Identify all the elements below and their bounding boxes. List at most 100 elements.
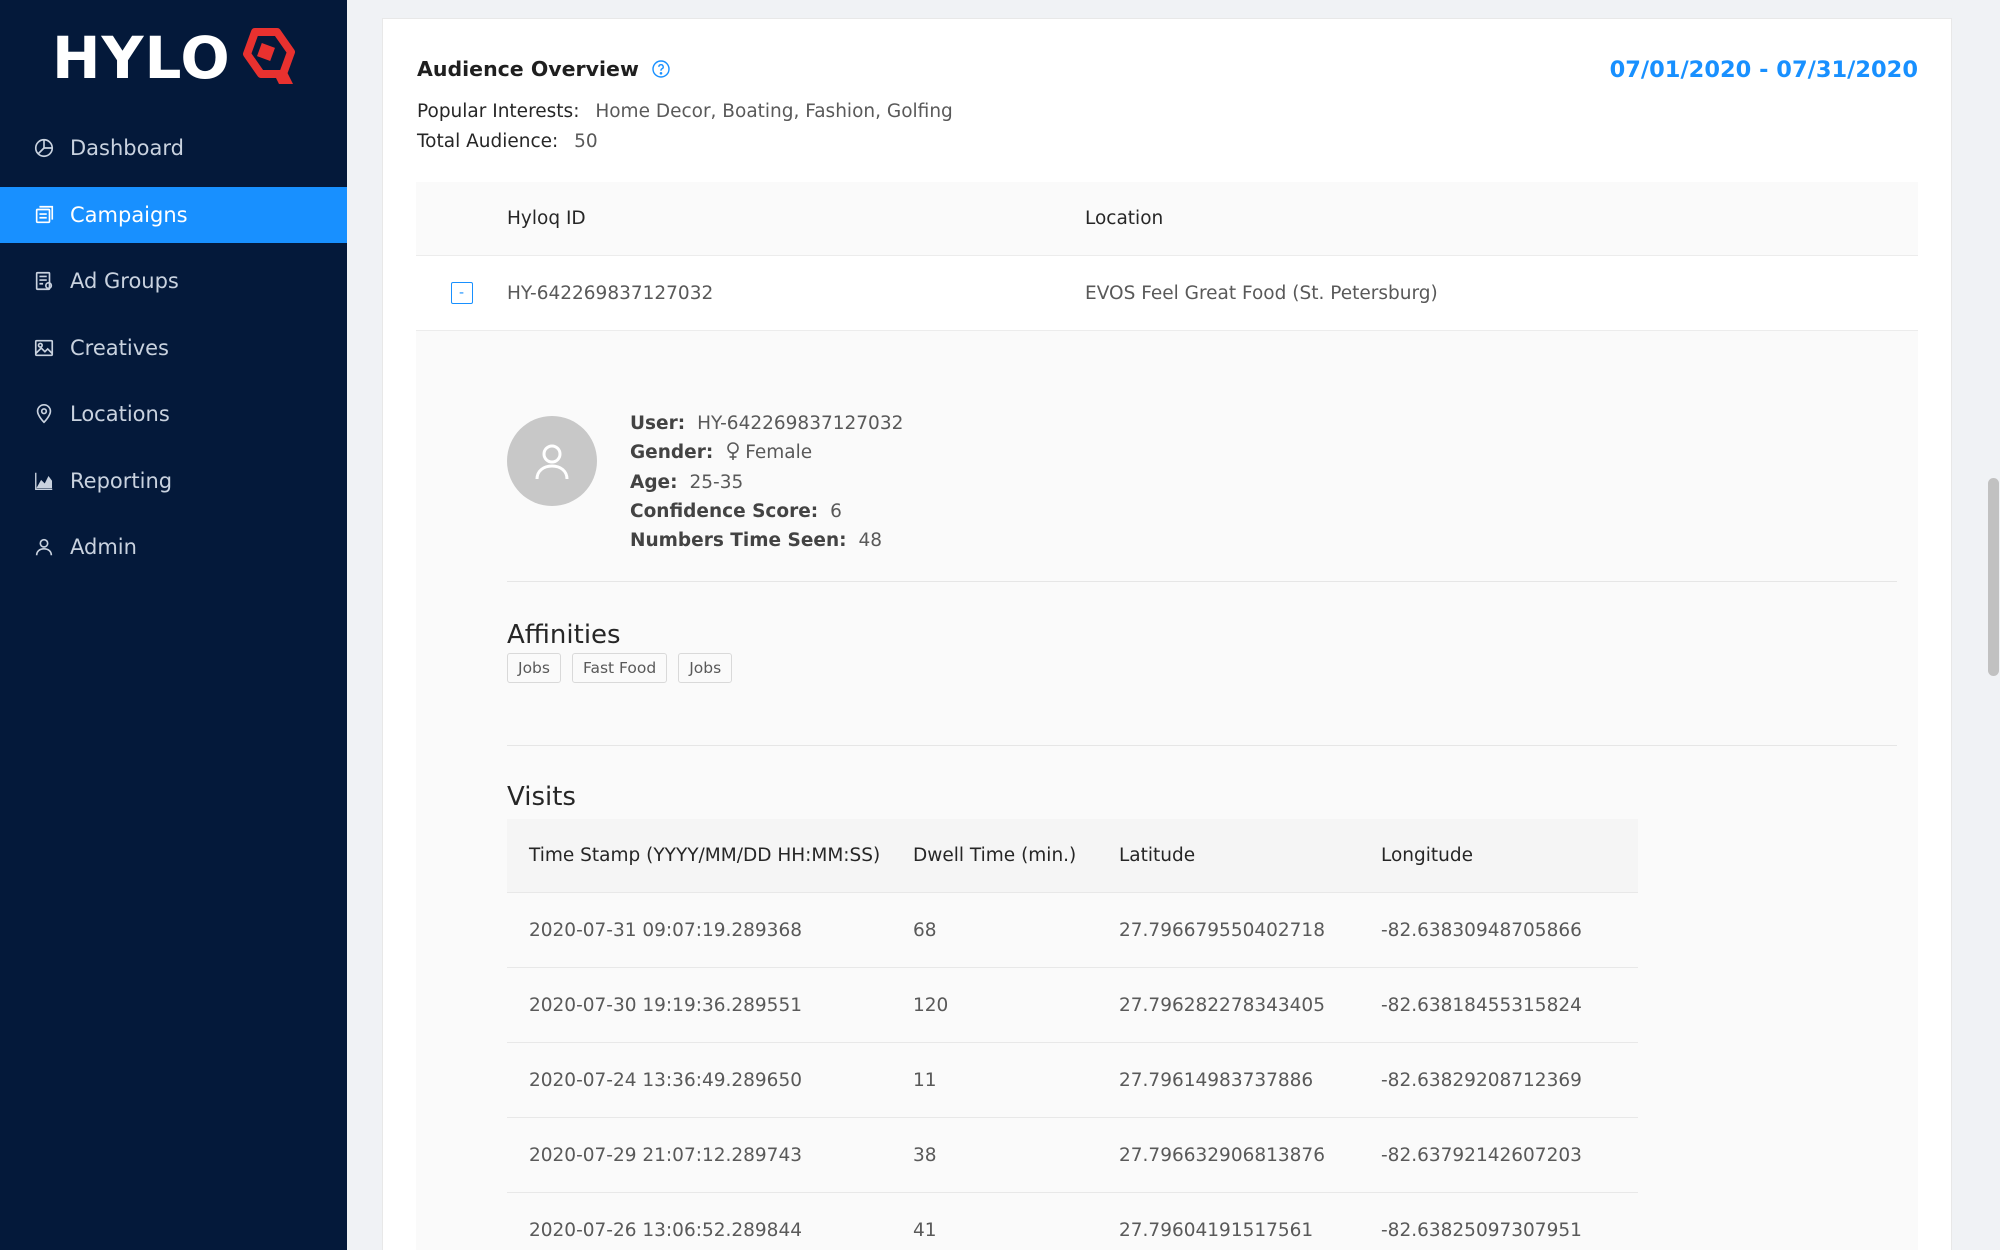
dwell-time-cell: 68 [913,919,937,941]
dwell-time-cell: 11 [913,1069,937,1091]
longitude-cell: -82.63825097307951 [1381,1219,1582,1241]
page-title: Audience Overview [417,57,639,81]
image-icon [32,336,56,360]
sidebar-item-label: Creatives [70,335,169,360]
sidebar-item-label: Locations [70,402,170,426]
sidebar-item-ad-groups[interactable]: Ad Groups [0,253,347,309]
scrollbar-thumb[interactable] [1988,478,1999,676]
visits-table: Time Stamp (YYYY/MM/DD HH:MM:SS) Dwell T… [507,819,1638,1250]
label-colon: : [552,131,559,152]
question-circle-icon[interactable] [651,59,671,79]
latitude-cell: 27.79614983737886 [1119,1069,1314,1091]
longitude-cell: -82.63818455315824 [1381,994,1582,1016]
collapse-row-button[interactable]: - [450,282,473,304]
sidebar-nav: Dashboard Campaigns Ad Groups Creatives … [0,120,347,586]
hyloq-logo[interactable]: HYLO [52,28,297,88]
column-header-location: Location [1085,208,1164,229]
confidence-row: Confidence Score: 6 [630,497,903,526]
affinities-title: Affinities [507,620,621,650]
user-label: User: [630,413,686,434]
column-header-latitude: Latitude [1119,845,1196,866]
divider [507,745,1897,746]
longitude-cell: -82.63792142607203 [1381,1144,1582,1166]
sidebar-item-label: Reporting [70,468,173,493]
popular-interests-value: Home Decor, Boating, Fashion, Golfing [595,101,953,122]
sidebar-item-label: Ad Groups [70,269,179,293]
user-icon [32,535,56,559]
logo-q-mark-icon [242,28,295,84]
total-audience-value: 50 [574,131,598,152]
divider [507,581,1897,582]
popular-interests-label: Popular Interests [417,101,574,122]
location-cell: EVOS Feel Great Food (St. Petersburg) [1085,282,1438,304]
age-label: Age: [630,471,678,493]
ad-groups-icon [32,269,56,293]
audience-overview-card: Audience Overview 07/01/2020 - 07/31/202… [382,18,1952,1250]
affinity-tag: Jobs [507,653,561,683]
label-colon: : [573,101,580,122]
column-header-longitude: Longitude [1381,845,1474,866]
timestamp-cell: 2020-07-30 19:19:36.289551 [529,994,802,1016]
table-row: 2020-07-26 13:06:52.289844 41 27.7960419… [507,1193,1638,1250]
table-row: 2020-07-24 13:36:49.289650 11 27.7961498… [507,1043,1638,1118]
table-row: 2020-07-30 19:19:36.289551 120 27.796282… [507,968,1638,1043]
confidence-value: 6 [830,500,842,522]
latitude-cell: 27.796282278343405 [1119,994,1325,1016]
column-header-dwell-time: Dwell Time (min.) [913,845,1077,866]
total-audience-label: Total Audience [417,131,553,152]
sidebar-item-locations[interactable]: Locations [0,386,347,442]
gender-value: Female [745,442,813,464]
location-pin-icon [32,402,56,426]
age-row: Age: 25-35 [630,468,903,497]
times-seen-label: Numbers Time Seen: [630,530,847,552]
confidence-label: Confidence Score: [630,500,819,522]
user-row: User: HY-642269837127032 [630,409,903,438]
sidebar-item-campaigns[interactable]: Campaigns [0,186,347,243]
user-value: HY-642269837127032 [697,413,904,434]
times-seen-row: Numbers Time Seen: 48 [630,526,903,555]
table-row: 2020-07-29 21:07:12.289743 38 27.7966329… [507,1118,1638,1193]
latitude-cell: 27.79604191517561 [1119,1219,1314,1241]
longitude-cell: -82.63830948705866 [1381,919,1582,941]
area-chart-icon [32,469,56,493]
age-value: 25-35 [689,471,744,493]
timestamp-cell: 2020-07-24 13:36:49.289650 [529,1069,802,1091]
timestamp-cell: 2020-07-31 09:07:19.289368 [529,919,802,941]
column-header-hyloq-id: Hyloq ID [507,208,586,229]
user-avatar-icon [535,444,569,480]
latitude-cell: 27.796632906813876 [1119,1144,1325,1166]
sidebar-item-dashboard[interactable]: Dashboard [0,120,347,176]
sidebar-item-label: Campaigns [70,202,188,227]
affinity-tags: Jobs Fast Food Jobs [507,653,743,683]
card-header: Audience Overview [417,57,671,81]
page-scrollbar[interactable] [1986,0,2000,1250]
avatar [507,416,597,506]
audience-table: Hyloq ID Location - HY-642269837127032 E… [416,182,1918,331]
sidebar-item-admin[interactable]: Admin [0,519,347,575]
pie-chart-icon [32,136,56,160]
table-header: Time Stamp (YYYY/MM/DD HH:MM:SS) Dwell T… [507,819,1638,893]
dwell-time-cell: 41 [913,1219,937,1241]
date-range[interactable]: 07/01/2020 - 07/31/2020 [1610,57,1918,83]
gender-label: Gender: [630,442,714,464]
expand-cell: - [416,282,507,304]
popular-interests: Popular Interests: Home Decor, Boating, … [417,101,953,122]
sidebar-item-creatives[interactable]: Creatives [0,320,347,376]
column-header-timestamp: Time Stamp (YYYY/MM/DD HH:MM:SS) [529,845,881,866]
table-header: Hyloq ID Location [416,182,1918,256]
sidebar-item-label: Admin [70,535,137,559]
sidebar-item-label: Dashboard [70,136,184,160]
gender-row: Gender: Female [630,438,903,467]
timestamp-cell: 2020-07-29 21:07:12.289743 [529,1144,802,1166]
female-icon [727,442,740,461]
visits-title: Visits [507,782,576,812]
dwell-time-cell: 120 [913,994,949,1016]
latitude-cell: 27.796679550402718 [1119,919,1325,941]
timestamp-cell: 2020-07-26 13:06:52.289844 [529,1219,802,1241]
campaigns-icon [32,203,56,227]
table-row[interactable]: - HY-642269837127032 EVOS Feel Great Foo… [416,256,1918,331]
dwell-time-cell: 38 [913,1144,937,1166]
sidebar-item-reporting[interactable]: Reporting [0,453,347,509]
sidebar: HYLO Dashboard Campaigns Ad Groups Creat… [0,0,347,1250]
table-row: 2020-07-31 09:07:19.289368 68 27.7966795… [507,893,1638,968]
